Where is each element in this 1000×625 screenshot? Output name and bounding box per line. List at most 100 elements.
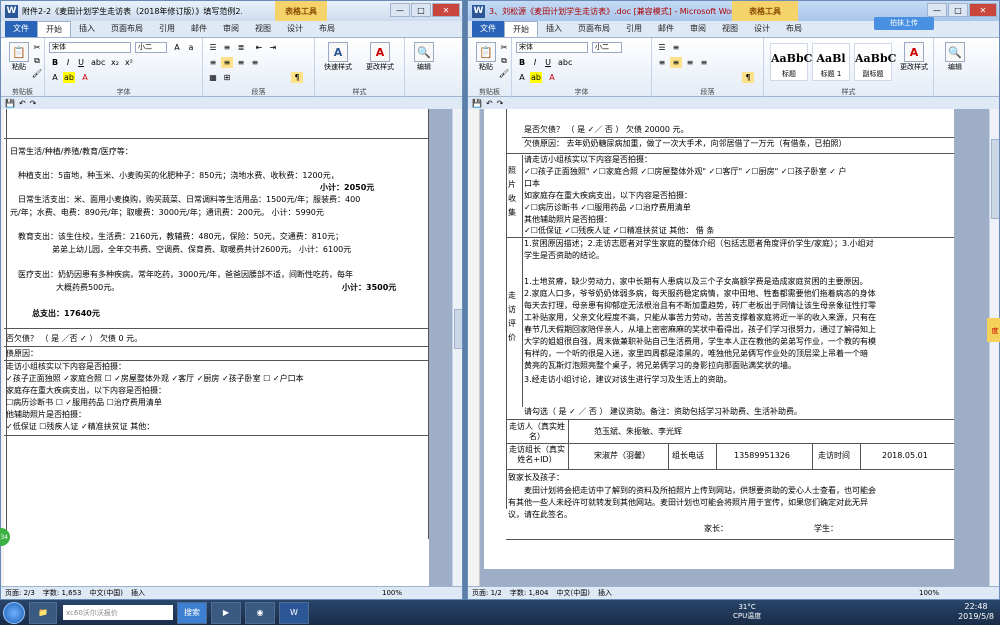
zoom-level[interactable]: 100% (382, 589, 402, 597)
right-page[interactable]: 是否欠债？ （ 是 ✓／ 否 ） 欠债 20000 元。 欠债原因： 去年奶奶糖… (484, 109, 954, 569)
align-right-icon[interactable]: ≡ (235, 57, 247, 68)
tab-file[interactable]: 文件 (472, 21, 504, 37)
show-marks-icon[interactable]: ¶ (291, 72, 303, 83)
vertical-scrollbar[interactable] (452, 109, 462, 587)
edit-button[interactable]: 🔍 编辑 (409, 42, 439, 72)
chrome-icon[interactable]: ◉ (245, 601, 275, 624)
tab-insert[interactable]: 插入 (71, 21, 103, 37)
close-button[interactable]: ✕ (432, 3, 460, 17)
underline-icon[interactable]: U (75, 57, 87, 68)
minimize-button[interactable]: — (390, 3, 410, 17)
left-page[interactable]: 日常生活/种植/养殖/教育/医疗等： 种植支出：5亩地，种玉米、小麦购买的化肥种… (4, 109, 429, 587)
align-center-icon[interactable]: ≡ (670, 57, 682, 68)
edit-button[interactable]: 🔍 编辑 (940, 42, 970, 72)
scrollbar-thumb[interactable] (454, 309, 462, 349)
text-effects-icon[interactable]: A (516, 72, 528, 83)
tab-layout[interactable]: 布局 (311, 21, 343, 37)
language[interactable]: 中文(中国) (556, 588, 589, 598)
font-color-icon[interactable]: A (79, 72, 91, 83)
tab-view[interactable]: 视图 (247, 21, 279, 37)
tab-design[interactable]: 设计 (279, 21, 311, 37)
italic-icon[interactable]: I (529, 57, 541, 68)
redo-icon[interactable]: ↷ (30, 99, 37, 108)
font-size-select[interactable]: 小二 (135, 42, 167, 53)
strikethrough-icon[interactable]: abc (558, 57, 572, 68)
insert-mode[interactable]: 插入 (598, 588, 612, 598)
format-painter-icon[interactable]: 🖌 (31, 68, 43, 79)
numbering-icon[interactable]: ≡ (221, 42, 233, 53)
italic-icon[interactable]: I (62, 57, 74, 68)
tab-review[interactable]: 审阅 (215, 21, 247, 37)
font-color-icon[interactable]: A (546, 72, 558, 83)
superscript-icon[interactable]: x² (123, 57, 135, 68)
word-taskbar-icon[interactable]: W (279, 601, 309, 624)
change-styles-button[interactable]: A 更改样式 (359, 42, 401, 72)
search-input[interactable]: xc60沃尔沃报价 (63, 605, 173, 620)
tab-file[interactable]: 文件 (5, 21, 37, 37)
system-clock[interactable]: 22:48 2019/5/8 (958, 602, 994, 622)
align-left-icon[interactable]: ≡ (207, 57, 219, 68)
copy-icon[interactable]: ⧉ (31, 55, 43, 66)
redo-icon[interactable]: ↷ (497, 99, 504, 108)
undo-icon[interactable]: ↶ (486, 99, 493, 108)
align-left-icon[interactable]: ≡ (656, 57, 668, 68)
font-size-select[interactable]: 小二 (592, 42, 622, 53)
tab-references[interactable]: 引用 (618, 21, 650, 37)
justify-icon[interactable]: ≡ (249, 57, 261, 68)
side-floating-badge[interactable]: 度 (987, 318, 1000, 342)
scrollbar-thumb[interactable] (991, 139, 999, 219)
align-right-icon[interactable]: ≡ (684, 57, 696, 68)
borders-icon[interactable]: ⊞ (221, 72, 233, 83)
shading-icon[interactable]: ▦ (207, 72, 219, 83)
style-title[interactable]: AaBbC 标题 (770, 43, 812, 81)
word-count[interactable]: 字数: 1,804 (510, 588, 549, 598)
tab-review[interactable]: 审阅 (682, 21, 714, 37)
media-player-icon[interactable]: ▶ (211, 601, 241, 624)
change-styles-button[interactable]: A 更改样式 (896, 42, 932, 72)
underline-icon[interactable]: U (542, 57, 554, 68)
language[interactable]: 中文(中国) (89, 588, 122, 598)
grow-font-icon[interactable]: A (171, 42, 183, 53)
cpu-temp-widget[interactable]: 31°C CPU温度 (733, 603, 761, 621)
zoom-level[interactable]: 100% (919, 589, 939, 597)
decrease-indent-icon[interactable]: ⇤ (253, 42, 265, 53)
cut-icon[interactable]: ✂ (31, 42, 43, 53)
subscript-icon[interactable]: x₂ (109, 57, 121, 68)
font-name-select[interactable]: 宋体 (516, 42, 588, 53)
word-count[interactable]: 字数: 1,653 (43, 588, 82, 598)
bullets-icon[interactable]: ☰ (656, 42, 668, 53)
increase-indent-icon[interactable]: ⇥ (267, 42, 279, 53)
tab-references[interactable]: 引用 (151, 21, 183, 37)
strikethrough-icon[interactable]: abc (91, 57, 105, 68)
maximize-button[interactable]: □ (411, 3, 431, 17)
close-button[interactable]: ✕ (969, 3, 997, 17)
bold-icon[interactable]: B (516, 57, 528, 68)
save-icon[interactable]: 💾 (5, 99, 15, 108)
minimize-button[interactable]: — (927, 3, 947, 17)
search-button[interactable]: 搜索 (177, 601, 207, 624)
highlight-icon[interactable]: ab (63, 72, 75, 83)
tab-page-layout[interactable]: 页面布局 (570, 21, 618, 37)
cut-icon[interactable]: ✂ (498, 42, 510, 53)
tab-layout[interactable]: 布局 (778, 21, 810, 37)
explorer-icon[interactable]: 📁 (29, 601, 57, 624)
maximize-button[interactable]: □ (948, 3, 968, 17)
bold-icon[interactable]: B (49, 57, 61, 68)
numbering-icon[interactable]: ≡ (670, 42, 682, 53)
tab-mailings[interactable]: 邮件 (650, 21, 682, 37)
shrink-font-icon[interactable]: a (185, 42, 197, 53)
paste-button[interactable]: 📋 粘贴 (4, 42, 34, 72)
start-button[interactable] (3, 601, 25, 624)
font-name-select[interactable]: 宋体 (49, 42, 131, 53)
tab-page-layout[interactable]: 页面布局 (103, 21, 151, 37)
tab-home[interactable]: 开始 (37, 21, 71, 37)
multilevel-icon[interactable]: ≣ (235, 42, 247, 53)
style-subtitle[interactable]: AaBbC 副标题 (854, 43, 896, 81)
paste-button[interactable]: 📋 粘贴 (471, 42, 501, 72)
tab-home[interactable]: 开始 (504, 21, 538, 37)
cloud-upload-button[interactable]: 拍抹上传 (874, 17, 934, 30)
insert-mode[interactable]: 插入 (131, 588, 145, 598)
text-effects-icon[interactable]: A (49, 72, 61, 83)
show-marks-icon[interactable]: ¶ (742, 72, 754, 83)
justify-icon[interactable]: ≡ (698, 57, 710, 68)
